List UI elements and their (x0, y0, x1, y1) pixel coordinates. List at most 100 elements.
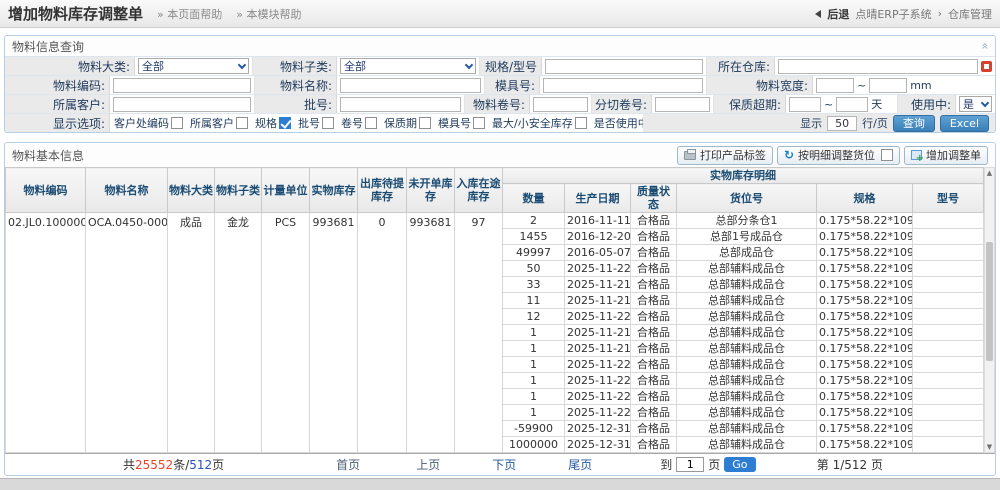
back-button[interactable]: 后退 (827, 6, 849, 22)
display-option-label: 模具号 (438, 115, 471, 131)
material-name-input[interactable] (340, 78, 481, 93)
scrollbar-thumb[interactable] (986, 242, 993, 361)
material-cell: 97 (455, 213, 503, 453)
detail-cell: -59900 (503, 421, 565, 437)
query-button[interactable]: 查询 (893, 115, 935, 132)
detail-cell: 总部成品仓 (677, 245, 817, 261)
first-page-link[interactable]: 首页 (336, 456, 360, 473)
page-size-input[interactable] (827, 116, 857, 131)
detail-cell: 总部辅料成品仓 (677, 261, 817, 277)
back-arrow-icon (815, 10, 821, 18)
goto-suffix: 页 (708, 456, 720, 473)
detail-cell: 合格品 (631, 245, 677, 261)
width-min-input[interactable] (816, 78, 854, 93)
detail-cell: 2025-11-22 (565, 261, 631, 277)
breadcrumb-system[interactable]: 点晴ERP子系统 (855, 6, 931, 22)
detail-cell: 合格品 (631, 341, 677, 357)
width-max-input[interactable] (869, 78, 907, 93)
detail-cell: 合格品 (631, 309, 677, 325)
material-code-input[interactable] (113, 78, 251, 93)
display-option-checkbox-3[interactable] (322, 117, 334, 129)
column-header: 入库在途库存 (455, 168, 503, 213)
detail-cell: 1 (503, 325, 565, 341)
customer-input[interactable] (113, 97, 251, 112)
query-row-3: 所属客户: 批号: 物料卷号: 分切卷号: 保质超期: ~ 天 使用中: 是 (5, 94, 995, 113)
mold-no-input[interactable] (543, 78, 703, 93)
detail-cell (913, 437, 984, 453)
breadcrumb-module[interactable]: 仓库管理 (948, 6, 992, 22)
adjust-by-detail-checkbox[interactable] (881, 149, 893, 161)
expiry-min-input[interactable] (789, 97, 821, 112)
chevron-down-icon (981, 98, 989, 106)
display-option-label: 最大/小安全库存 (492, 115, 573, 131)
page-help-link[interactable]: » 本页面帮助 (157, 6, 222, 22)
last-page-link[interactable]: 尾页 (568, 456, 592, 473)
go-button[interactable]: Go (724, 457, 755, 472)
expiry-unit: 天 (871, 96, 882, 112)
display-option-checkbox-6[interactable] (473, 117, 485, 129)
detail-cell: 2 (503, 213, 565, 229)
display-option-label: 客户处编码 (114, 115, 169, 131)
display-option-checkbox-1[interactable] (236, 117, 248, 129)
next-page-link[interactable]: 下页 (492, 456, 516, 473)
detail-cell: 0.175*58.22*109.78 (817, 261, 913, 277)
material-category-select[interactable]: 全部 (138, 58, 249, 74)
display-option-checkbox-0[interactable] (171, 117, 183, 129)
detail-cell: 2025-11-22 (565, 309, 631, 325)
print-label-button[interactable]: 打印产品标签 (677, 146, 773, 165)
scroll-down-icon[interactable]: ▼ (985, 442, 994, 452)
query-panel: 物料信息查询 » 物料大类: 全部 物料子类: 全部 规格/型号 所在仓库: (4, 35, 996, 133)
query-row-4: 显示选项: 客户处编码所属客户规格批号卷号保质期模具号最大/小安全库存是否使用中… (5, 113, 995, 132)
column-header: 未开单库存 (407, 168, 455, 213)
detail-cell: 合格品 (631, 293, 677, 309)
detail-cell: 2025-11-22 (565, 357, 631, 373)
scroll-up-icon[interactable]: ▲ (985, 168, 994, 178)
query-row-2: 物料编码: 物料名称: 模具号: 物料宽度: ~ mm (5, 75, 995, 94)
detail-cell: 2025-11-22 (565, 389, 631, 405)
warehouse-input[interactable] (778, 59, 978, 74)
detail-group-header: 实物库存明细 (503, 168, 984, 184)
detail-row[interactable]: 02.JL0.1000006OCA.0450-0002-A成品金龙PCS9936… (6, 213, 984, 229)
material-subcategory-select[interactable]: 全部 (340, 58, 476, 74)
detail-cell: 总部辅料成品仓 (677, 357, 817, 373)
total-pages: 512 (189, 458, 212, 472)
spec-model-input[interactable] (545, 59, 703, 74)
display-option-checkbox-2[interactable] (279, 117, 291, 129)
batch-input[interactable] (340, 97, 461, 112)
detail-cell: 2025-12-31 (565, 437, 631, 453)
slit-roll-no-input[interactable] (655, 97, 710, 112)
display-option-checkbox-4[interactable] (365, 117, 377, 129)
material-cell: 成品 (168, 213, 215, 453)
prev-page-link[interactable]: 上页 (416, 456, 440, 473)
excel-button[interactable]: Excel (940, 115, 989, 132)
page-size-prefix: 显示 (800, 115, 822, 131)
detail-cell (913, 245, 984, 261)
vertical-scrollbar[interactable]: ▲ ▼ (984, 167, 995, 453)
results-table-wrap: 物料编码物料名称物料大类物料子类计量单位实物库存出库待提库存未开单库存入库在途库… (5, 167, 995, 453)
page-title: 增加物料库存调整单 (8, 3, 143, 24)
detail-cell: 合格品 (631, 421, 677, 437)
warehouse-picker-icon[interactable] (981, 61, 992, 72)
detail-cell (913, 213, 984, 229)
detail-cell: 1 (503, 357, 565, 373)
detail-cell (913, 309, 984, 325)
roll-no-input[interactable] (533, 97, 588, 112)
material-name-label: 物料名称: (255, 76, 337, 94)
expiry-max-input[interactable] (836, 97, 868, 112)
display-option-checkbox-5[interactable] (419, 117, 431, 129)
detail-cell: 合格品 (631, 261, 677, 277)
display-option-checkbox-7[interactable] (575, 117, 587, 129)
refresh-arrows-icon: ↻ (784, 150, 794, 160)
query-row-1: 物料大类: 全部 物料子类: 全部 规格/型号 所在仓库: (5, 56, 995, 75)
detail-cell: 2016-12-20 (565, 229, 631, 245)
adjust-by-detail-button[interactable]: ↻ 按明细调整货位 (777, 146, 900, 165)
goto-page-input[interactable] (676, 457, 704, 472)
goto-prefix: 到 (660, 456, 672, 473)
column-header: 物料编码 (6, 168, 86, 213)
in-use-select[interactable]: 是 (959, 96, 992, 112)
module-help-link[interactable]: » 本模块帮助 (236, 6, 301, 22)
collapse-panel-icon[interactable]: » (979, 42, 989, 49)
detail-column-header: 规格 (817, 184, 913, 213)
add-adjustment-button[interactable]: 增加调整单 (904, 146, 988, 165)
detail-cell: 1 (503, 405, 565, 421)
